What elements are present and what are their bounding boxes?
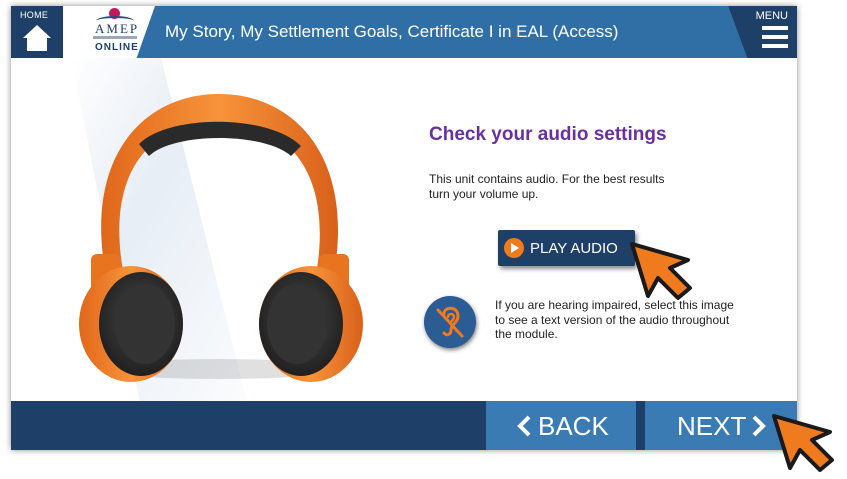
hearing-impaired-icon (436, 306, 464, 338)
home-label: HOME (20, 10, 49, 20)
hearing-impaired-text: If you are hearing impaired, select this… (495, 298, 734, 341)
logo-text: AMEP (95, 21, 140, 36)
section-heading: Check your audio settings (429, 124, 667, 145)
hearing-impaired-button[interactable] (424, 296, 476, 348)
menu-button[interactable]: MENU (728, 6, 797, 58)
app-window: HOME AMEP ONLINE My Story, My Settlement… (11, 6, 797, 450)
play-icon (504, 238, 524, 258)
logo-sub: ONLINE (95, 42, 139, 53)
audio-instructions: This unit contains audio. For the best r… (429, 172, 665, 201)
play-audio-button[interactable]: PLAY AUDIO (498, 230, 635, 266)
menu-label: MENU (755, 10, 788, 22)
chevron-right-icon (752, 415, 766, 437)
headphones-image (79, 94, 363, 382)
cursor-arrow-icon (630, 242, 692, 300)
cursor-arrow-icon (772, 414, 834, 472)
back-label: BACK (538, 411, 609, 441)
home-button[interactable]: HOME (11, 6, 63, 58)
back-button[interactable]: BACK (486, 401, 636, 450)
menu-icon (762, 26, 788, 30)
footer-bar: BACK NEXT (11, 401, 797, 450)
next-label: NEXT (677, 411, 747, 441)
header-bar: HOME AMEP ONLINE My Story, My Settlement… (11, 6, 797, 58)
play-audio-label: PLAY AUDIO (530, 240, 618, 257)
page-title: My Story, My Settlement Goals, Certifica… (165, 22, 619, 41)
home-icon (23, 25, 51, 51)
chevron-left-icon (517, 415, 531, 437)
amep-logo: AMEP ONLINE (63, 6, 155, 58)
